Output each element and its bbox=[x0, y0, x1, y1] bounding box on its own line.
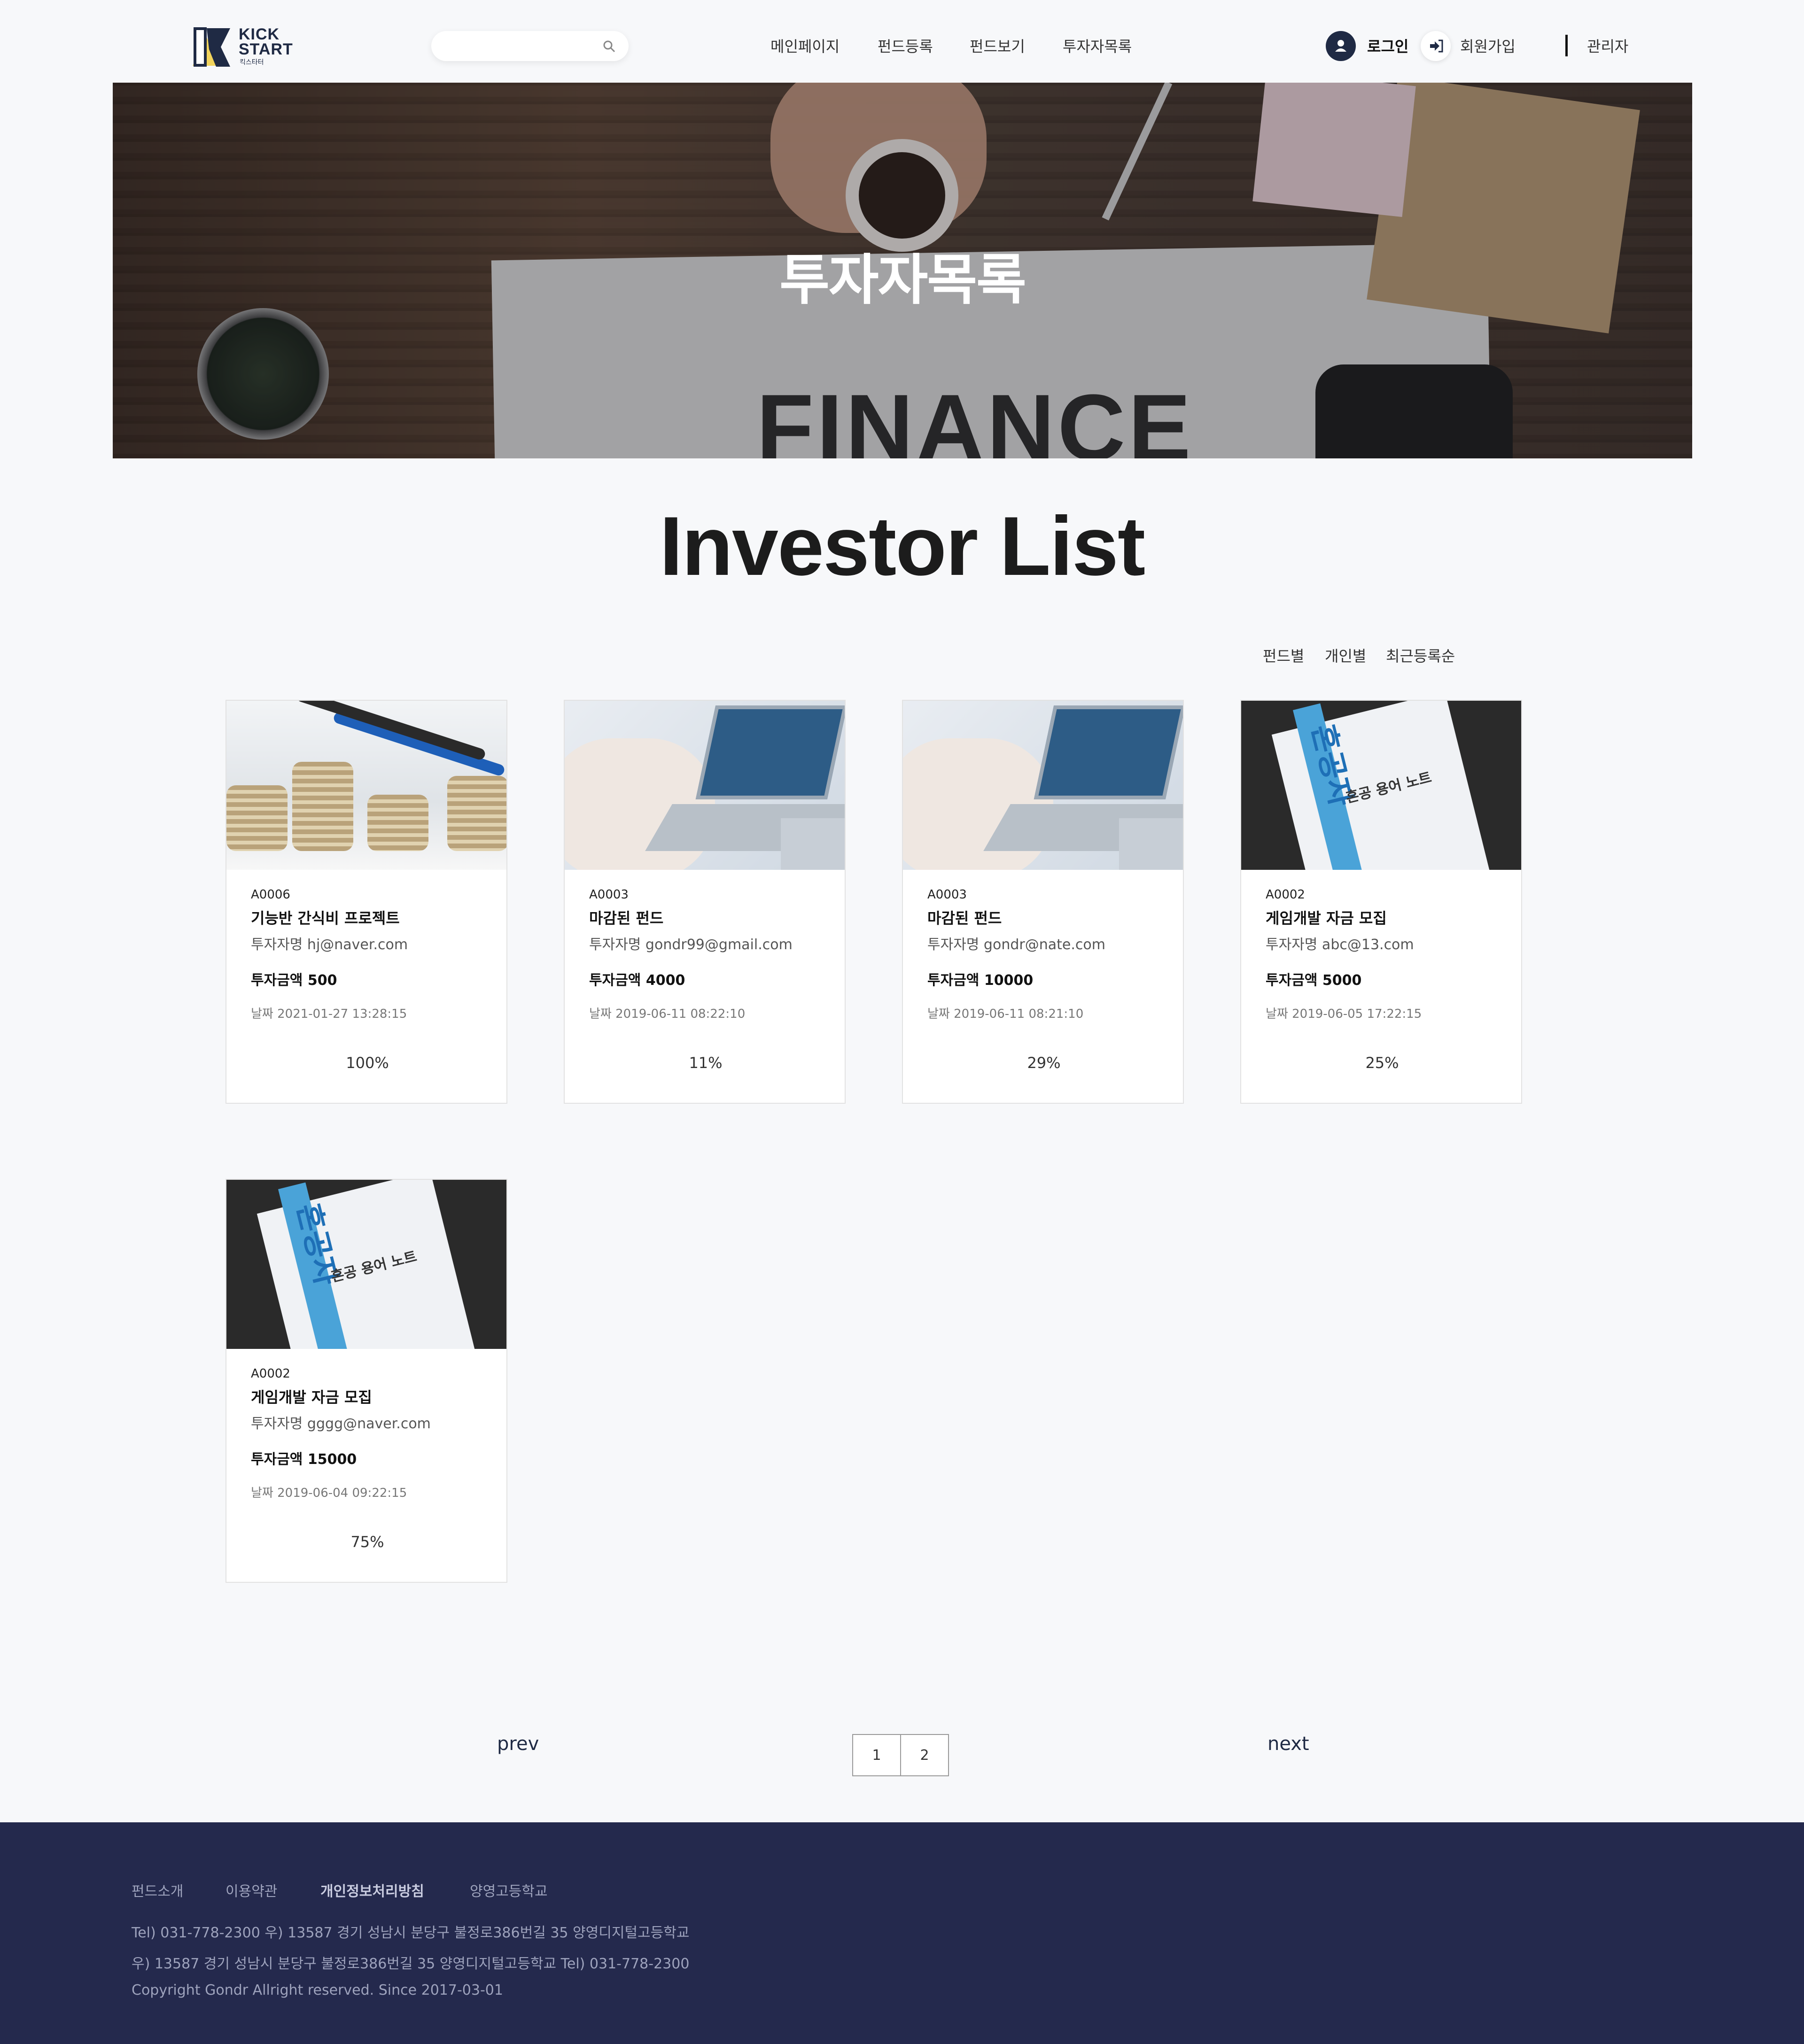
investor-name: 투자자명 gggg@naver.com bbox=[251, 1416, 431, 1432]
nav-fund-register[interactable]: 펀드등록 bbox=[878, 35, 933, 56]
footer-copyright: Copyright Gondr Allright reserved. Since… bbox=[132, 1982, 503, 1998]
user-icon[interactable] bbox=[1326, 31, 1356, 61]
investment-date: 날짜 2019-06-05 17:22:15 bbox=[1266, 1007, 1422, 1021]
investor-card[interactable]: A0006 기능반 간식비 프로젝트 투자자명 hj@naver.com 투자금… bbox=[226, 700, 507, 1104]
investor-card[interactable]: A0003 마감된 펀드 투자자명 gondr99@gmail.com 투자금액… bbox=[564, 700, 846, 1104]
signup-link[interactable]: 회원가입 bbox=[1460, 35, 1516, 56]
logo-subtext: 킥스타터 bbox=[240, 59, 264, 66]
footer-link-terms[interactable]: 이용약관 bbox=[226, 1880, 277, 1900]
search-box bbox=[431, 31, 629, 61]
logo-mark-icon bbox=[193, 27, 230, 67]
investment-amount: 투자금액 4000 bbox=[589, 972, 685, 989]
footer-link-school[interactable]: 양영고등학교 bbox=[470, 1880, 548, 1900]
sort-by-recent[interactable]: 최근등록순 bbox=[1386, 644, 1455, 666]
page-1-button[interactable]: 1 bbox=[852, 1734, 901, 1776]
hero-banner: FINANCE 투자자목록 bbox=[113, 83, 1692, 458]
investment-date: 날짜 2021-01-27 13:28:15 bbox=[251, 1007, 407, 1021]
fund-title: 기능반 간식비 프로젝트 bbox=[251, 909, 400, 927]
hero-title: 투자자목록 bbox=[779, 248, 1026, 312]
footer-link-privacy[interactable]: 개인정보처리방침 bbox=[320, 1880, 424, 1900]
footer-contact-line-1: Tel) 031-778-2300 우) 13587 경기 성남시 분당구 불정… bbox=[132, 1925, 690, 1941]
admin-link[interactable]: 관리자 bbox=[1587, 35, 1628, 56]
sort-by-fund[interactable]: 펀드별 bbox=[1263, 644, 1304, 666]
header-divider bbox=[1565, 35, 1568, 56]
fund-code: A0003 bbox=[589, 888, 629, 902]
investment-date: 날짜 2019-06-11 08:21:10 bbox=[927, 1007, 1084, 1021]
investor-name: 투자자명 gondr@nate.com bbox=[927, 937, 1105, 953]
fund-code: A0002 bbox=[1266, 888, 1305, 902]
investor-card[interactable]: 혼공자 혼공 용어 노트 A0002 게임개발 자금 모집 투자자명 abc@1… bbox=[1240, 700, 1522, 1104]
progress-percent: 25% bbox=[1365, 1054, 1399, 1072]
logo-text-start: START bbox=[239, 40, 293, 58]
sort-by-person[interactable]: 개인별 bbox=[1325, 644, 1366, 666]
fund-code: A0003 bbox=[927, 888, 967, 902]
footer-contact-line-2: 우) 13587 경기 성남시 분당구 불정로386번길 35 양영디지털고등학… bbox=[132, 1956, 690, 1972]
progress-percent: 75% bbox=[350, 1533, 384, 1551]
card-image-laptop bbox=[903, 701, 1183, 870]
investment-date: 날짜 2019-06-11 08:22:10 bbox=[589, 1007, 746, 1021]
investment-amount: 투자금액 500 bbox=[251, 972, 337, 989]
investor-card[interactable]: 혼공자 혼공 용어 노트 A0002 게임개발 자금 모집 투자자명 gggg@… bbox=[226, 1179, 507, 1583]
footer: 펀드소개 이용약관 개인정보처리방침 양영고등학교 Tel) 031-778-2… bbox=[0, 1822, 1804, 2044]
progress-percent: 29% bbox=[1027, 1054, 1061, 1072]
fund-title: 마감된 펀드 bbox=[589, 909, 664, 927]
card-image-book: 혼공자 혼공 용어 노트 bbox=[1241, 701, 1521, 870]
card-image-coins bbox=[226, 701, 506, 870]
investor-card[interactable]: A0003 마감된 펀드 투자자명 gondr@nate.com 투자금액 10… bbox=[902, 700, 1184, 1104]
investment-amount: 투자금액 10000 bbox=[927, 972, 1034, 989]
investor-name: 투자자명 gondr99@gmail.com bbox=[589, 937, 793, 953]
investment-date: 날짜 2019-06-04 09:22:15 bbox=[251, 1486, 407, 1500]
search-input[interactable] bbox=[445, 36, 596, 56]
nav-investor-list[interactable]: 투자자목록 bbox=[1063, 35, 1132, 56]
nav-fund-view[interactable]: 펀드보기 bbox=[970, 35, 1025, 56]
prev-page-link[interactable]: prev bbox=[497, 1733, 539, 1755]
fund-title: 게임개발 자금 모집 bbox=[251, 1388, 372, 1406]
page-title: Investor List bbox=[659, 499, 1145, 593]
investment-amount: 투자금액 5000 bbox=[1266, 972, 1362, 989]
nav-main-page[interactable]: 메인페이지 bbox=[770, 35, 840, 56]
progress-percent: 11% bbox=[689, 1054, 723, 1072]
progress-percent: 100% bbox=[346, 1054, 389, 1072]
header: KICK START 킥스타터 메인페이지 펀드등록 펀드보기 투자자목록 로그… bbox=[0, 0, 1804, 83]
logo[interactable]: KICK START 킥스타터 bbox=[188, 19, 296, 70]
next-page-link[interactable]: next bbox=[1267, 1733, 1309, 1755]
fund-title: 게임개발 자금 모집 bbox=[1266, 909, 1387, 927]
login-link[interactable]: 로그인 bbox=[1367, 35, 1408, 56]
footer-link-fund-intro[interactable]: 펀드소개 bbox=[132, 1880, 183, 1900]
search-icon[interactable] bbox=[602, 39, 616, 54]
investor-name: 투자자명 abc@13.com bbox=[1266, 937, 1414, 953]
sign-in-icon[interactable] bbox=[1421, 31, 1451, 61]
page-2-button[interactable]: 2 bbox=[900, 1734, 949, 1776]
investment-amount: 투자금액 15000 bbox=[251, 1451, 357, 1468]
fund-code: A0002 bbox=[251, 1367, 290, 1381]
investor-name: 투자자명 hj@naver.com bbox=[251, 937, 408, 953]
fund-code: A0006 bbox=[251, 888, 290, 902]
card-image-book: 혼공자 혼공 용어 노트 bbox=[226, 1180, 506, 1349]
fund-title: 마감된 펀드 bbox=[927, 909, 1002, 927]
card-image-laptop bbox=[565, 701, 845, 870]
pagination: 1 2 bbox=[852, 1734, 949, 1776]
